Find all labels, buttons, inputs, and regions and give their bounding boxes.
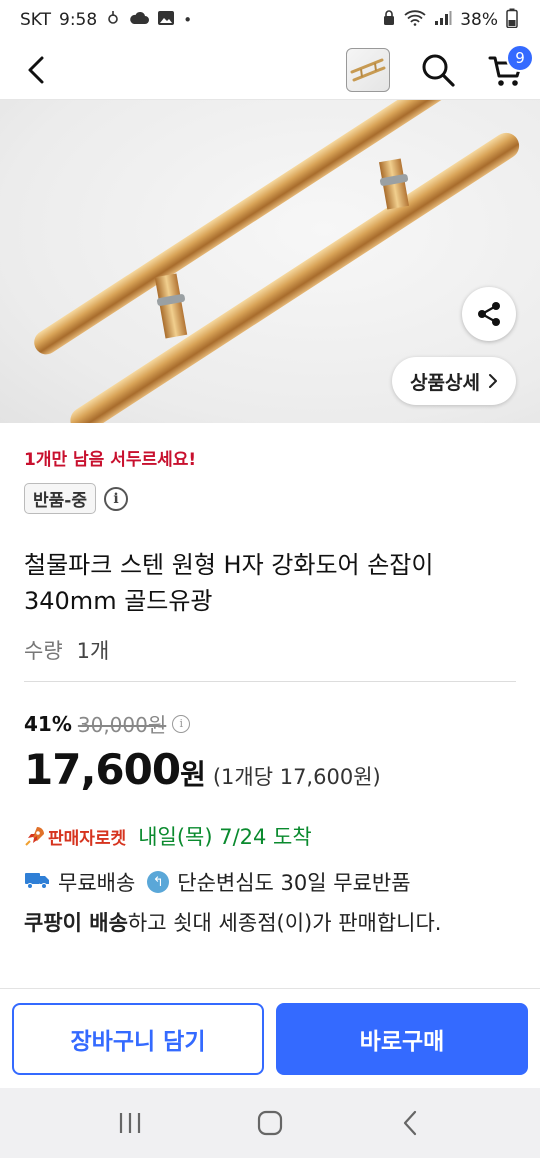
return-badge: 반품-중 xyxy=(24,483,96,514)
unit-price: (1개당 17,600원) xyxy=(212,765,381,789)
cart-count-badge: 9 xyxy=(506,43,534,72)
wifi-icon xyxy=(404,10,426,30)
price-row: 17,600원 (1개당 17,600원) xyxy=(24,745,381,794)
search-icon xyxy=(422,54,455,87)
gallery-icon xyxy=(157,10,175,30)
notification-icon xyxy=(105,10,121,30)
price-info-icon[interactable]: i xyxy=(172,714,191,733)
discount-rate: 41% xyxy=(24,711,72,736)
recent-apps-icon xyxy=(119,1113,141,1133)
system-back-button[interactable] xyxy=(380,1098,440,1148)
product-image[interactable]: 상품상세 xyxy=(0,100,540,423)
buy-now-button[interactable]: 바로구매 xyxy=(276,1003,528,1075)
chevron-left-icon xyxy=(28,56,44,83)
system-nav-bar xyxy=(0,1088,540,1158)
quantity-label: 수량 xyxy=(24,639,63,663)
status-right: 38% xyxy=(382,8,518,32)
return-status-row: 반품-중 i xyxy=(24,483,128,514)
add-to-cart-button[interactable]: 장바구니 담기 xyxy=(12,1003,264,1075)
seller-bold-text: 쿠팡이 배송 xyxy=(24,911,128,935)
status-left: SKT 9:58 • xyxy=(20,10,192,30)
free-shipping-text: 무료배송 xyxy=(58,871,136,895)
product-title: 철물파크 스텐 원형 H자 강화도어 손잡이 340mm 골드유광 xyxy=(24,551,434,615)
bottom-action-bar: 장바구니 담기 바로구매 xyxy=(0,988,540,1088)
back-button[interactable] xyxy=(20,50,52,90)
back-arrow-icon xyxy=(403,1110,417,1136)
divider xyxy=(24,681,516,682)
stock-urgency-text: 1개만 남음 서두르세요! xyxy=(24,450,197,470)
carrier-name: SKT xyxy=(20,10,52,30)
quantity-row[interactable]: 수량 1개 xyxy=(24,635,109,665)
discount-row: 41% 30,000원 i xyxy=(24,709,191,738)
share-button[interactable] xyxy=(462,287,516,341)
share-icon xyxy=(478,302,500,326)
header-actions: 9 xyxy=(346,43,534,92)
cloud-icon xyxy=(129,11,150,29)
cart-button[interactable]: 9 xyxy=(486,43,534,90)
info-icon[interactable]: i xyxy=(103,486,128,511)
free-return-text: 단순변심도 30일 무료반품 xyxy=(177,871,411,895)
chevron-right-icon xyxy=(489,374,497,388)
lock-battery-icon xyxy=(382,10,396,30)
shipping-row: 무료배송 ↰ 단순변심도 30일 무료반품 xyxy=(24,867,411,897)
seller-info: 쿠팡이 배송하고 쇳대 세종점(이)가 판매합니다. xyxy=(24,907,516,940)
rocket-label: 판매자로켓 xyxy=(48,828,127,849)
sale-price: 17,600원 xyxy=(24,745,206,794)
return-arrow-icon: ↰ xyxy=(147,871,170,893)
home-icon xyxy=(257,1110,283,1136)
recent-apps-button[interactable] xyxy=(100,1098,160,1148)
battery-icon xyxy=(506,8,518,32)
price-unit: 원 xyxy=(180,758,206,791)
truck-icon xyxy=(24,870,50,895)
dot-icon: • xyxy=(183,11,193,29)
delivery-row: 판매자로켓 내일(목) 7/24 도착 xyxy=(24,821,312,851)
seller-rest-text: 하고 쇳대 세종점(이)가 판매합니다. xyxy=(127,911,442,935)
search-button[interactable] xyxy=(418,50,458,90)
product-detail-label: 상품상세 xyxy=(410,371,480,394)
clock: 9:58 xyxy=(59,10,98,30)
status-bar: SKT 9:58 • 38% xyxy=(0,0,540,40)
app-header: 9 xyxy=(0,40,540,100)
battery-level: 38% xyxy=(460,10,498,30)
product-thumbnail[interactable] xyxy=(346,47,390,92)
seller-rocket-badge: 판매자로켓 xyxy=(24,824,126,849)
product-detail-button[interactable]: 상품상세 xyxy=(392,357,516,405)
home-button[interactable] xyxy=(240,1098,300,1148)
quantity-value: 1개 xyxy=(76,639,110,663)
rocket-icon xyxy=(25,827,44,846)
original-price: 30,000원 xyxy=(77,713,167,737)
signal-icon xyxy=(434,10,452,30)
arrival-date: 내일(목) 7/24 도착 xyxy=(138,825,312,849)
sale-price-value: 17,600 xyxy=(24,745,181,794)
